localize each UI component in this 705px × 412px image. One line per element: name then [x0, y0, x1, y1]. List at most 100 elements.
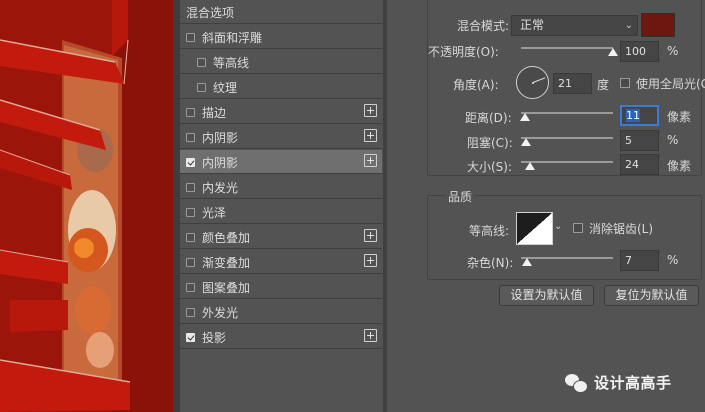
style-checkbox[interactable]	[186, 158, 195, 167]
opacity-unit: %	[667, 44, 679, 58]
style-label: 描边	[202, 106, 227, 120]
style-checkbox[interactable]	[186, 333, 195, 342]
choke-slider-track[interactable]	[521, 137, 613, 139]
style-label: 颜色叠加	[202, 231, 251, 245]
chevron-down-icon: ⌄	[624, 20, 633, 31]
chevron-down-icon[interactable]: ⌄	[554, 221, 562, 232]
anti-alias-label: 消除锯齿(L)	[589, 222, 654, 236]
noise-slider-track[interactable]	[521, 257, 613, 259]
style-checkbox[interactable]	[197, 58, 206, 67]
size-slider-thumb[interactable]	[525, 162, 536, 170]
style-row[interactable]: 斜面和浮雕	[180, 25, 382, 49]
style-label: 内发光	[202, 181, 239, 195]
quality-title: 品质	[445, 188, 476, 205]
size-input[interactable]: 24	[620, 154, 659, 175]
angle-input[interactable]: 21	[553, 73, 592, 94]
add-effect-icon[interactable]	[364, 229, 377, 242]
contour-preview[interactable]	[516, 212, 553, 245]
style-checkbox[interactable]	[186, 308, 195, 317]
noise-input[interactable]: 7	[620, 250, 659, 271]
add-effect-icon[interactable]	[364, 329, 377, 342]
angle-dial-hand	[532, 77, 546, 83]
style-label: 内阴影	[202, 131, 239, 145]
blend-mode-value: 正常	[520, 18, 545, 32]
noise-label: 杂色(N):	[467, 256, 514, 270]
wechat-icon	[565, 373, 588, 393]
global-light-checkbox[interactable]	[620, 78, 630, 88]
distance-label: 距离(D):	[465, 111, 512, 125]
opacity-slider-thumb[interactable]	[608, 48, 618, 56]
style-checkbox[interactable]	[186, 258, 195, 267]
style-label: 等高线	[213, 56, 250, 70]
style-row[interactable]: 内阴影	[180, 150, 382, 174]
distance-unit: 像素	[667, 110, 692, 124]
blend-mode-dropdown[interactable]: 正常 ⌄	[511, 15, 638, 36]
size-unit: 像素	[667, 159, 692, 173]
style-checkbox[interactable]	[186, 283, 195, 292]
choke-slider-thumb[interactable]	[520, 138, 531, 146]
add-effect-icon[interactable]	[364, 154, 377, 167]
style-label: 图案叠加	[202, 281, 251, 295]
anti-alias-checkbox[interactable]	[573, 223, 583, 233]
style-row[interactable]: 图案叠加	[180, 275, 382, 299]
style-row[interactable]: 外发光	[180, 300, 382, 324]
blend-color-swatch[interactable]	[641, 13, 675, 37]
style-row[interactable]: 投影	[180, 325, 382, 349]
style-checkbox[interactable]	[186, 233, 195, 242]
distance-slider-thumb[interactable]	[519, 113, 530, 121]
style-row[interactable]: 内发光	[180, 175, 382, 199]
style-checkbox[interactable]	[197, 83, 206, 92]
blend-mode-label: 混合模式:	[457, 19, 510, 33]
add-effect-icon[interactable]	[364, 254, 377, 267]
distance-slider-track[interactable]	[521, 112, 613, 114]
choke-input[interactable]: 5	[620, 130, 659, 151]
style-row[interactable]: 内阴影	[180, 125, 382, 149]
style-label: 内阴影	[202, 156, 239, 170]
angle-label: 角度(A):	[453, 78, 499, 92]
artwork-shapes	[0, 0, 173, 412]
style-checkbox[interactable]	[186, 33, 195, 42]
style-checkbox[interactable]	[186, 208, 195, 217]
style-label: 光泽	[202, 206, 227, 220]
set-default-button[interactable]: 设置为默认值	[499, 285, 594, 306]
style-checkbox[interactable]	[186, 133, 195, 142]
size-label: 大小(S):	[467, 160, 513, 174]
angle-dial-center	[532, 82, 534, 84]
settings-panel: 混合模式: 正常 ⌄ 不透明度(O): 100 % 角度(A): 21 度 使用…	[387, 0, 705, 412]
distance-input[interactable]: 11	[620, 105, 659, 126]
global-light-label: 使用全局光(G	[636, 77, 705, 91]
style-label: 投影	[202, 331, 227, 345]
add-effect-icon[interactable]	[364, 104, 377, 117]
opacity-slider-track[interactable]	[521, 47, 613, 49]
panel-divider	[173, 0, 180, 412]
style-label: 混合选项	[186, 6, 235, 20]
noise-slider-thumb[interactable]	[522, 258, 533, 266]
style-label: 纹理	[213, 81, 238, 95]
opacity-label: 不透明度(O):	[428, 45, 499, 59]
noise-unit: %	[667, 253, 679, 267]
angle-dial[interactable]	[516, 66, 549, 99]
layer-style-list: 混合选项 斜面和浮雕 等高线 纹理 描边 内阴影 内阴影 内发光 光泽 颜色叠加 渐变叠加 图案叠加外…	[180, 0, 383, 412]
angle-unit: 度	[597, 78, 610, 92]
canvas-artwork	[0, 0, 173, 412]
style-row[interactable]: 描边	[180, 100, 382, 124]
reset-default-button[interactable]: 复位为默认值	[604, 285, 699, 306]
opacity-input[interactable]: 100	[620, 41, 659, 62]
add-effect-icon[interactable]	[364, 129, 377, 142]
choke-label: 阻塞(C):	[467, 136, 513, 150]
choke-unit: %	[667, 133, 679, 147]
style-row[interactable]: 光泽	[180, 200, 382, 224]
style-row[interactable]: 混合选项	[180, 0, 382, 24]
style-label: 渐变叠加	[202, 256, 251, 270]
style-label: 外发光	[202, 306, 239, 320]
style-checkbox[interactable]	[186, 108, 195, 117]
style-row[interactable]: 渐变叠加	[180, 250, 382, 274]
style-row[interactable]: 颜色叠加	[180, 225, 382, 249]
style-label: 斜面和浮雕	[202, 31, 263, 45]
style-row[interactable]: 纹理	[180, 75, 382, 99]
contour-label: 等高线:	[469, 224, 510, 238]
watermark-text: 设计高高手	[594, 374, 672, 392]
watermark: 设计高高手	[565, 372, 672, 393]
style-checkbox[interactable]	[186, 183, 195, 192]
style-row[interactable]: 等高线	[180, 50, 382, 74]
